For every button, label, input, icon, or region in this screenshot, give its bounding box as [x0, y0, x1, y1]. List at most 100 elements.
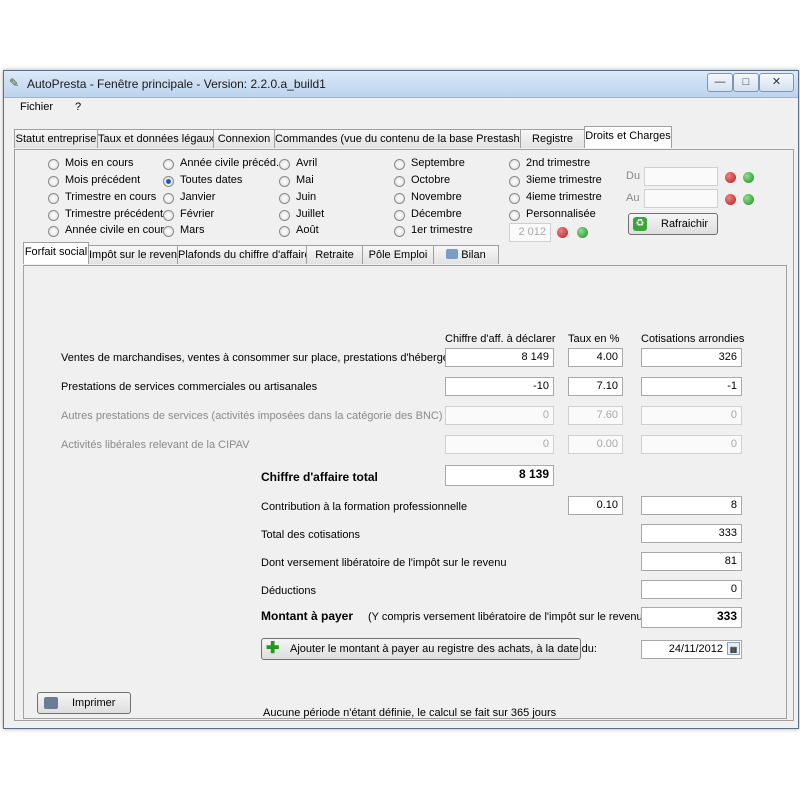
ca-cipav-field[interactable]: 0 — [445, 435, 554, 454]
versement-label: Dont versement libératoire de l'impôt su… — [261, 557, 507, 569]
radio-avril[interactable] — [279, 159, 290, 170]
main-window: ✎ AutoPresta - Fenêtre principale - Vers… — [3, 70, 799, 729]
radio-fevrier[interactable] — [163, 210, 174, 221]
radio-annee-en-cours[interactable] — [48, 226, 59, 237]
radio-juillet[interactable] — [279, 210, 290, 221]
add-to-registre-button[interactable]: ✚ Ajouter le montant à payer au registre… — [261, 638, 597, 660]
radio-label: Février — [180, 208, 215, 220]
radio-novembre[interactable] — [394, 193, 405, 204]
tab-statut-entreprise[interactable]: Statut entreprise — [14, 129, 98, 148]
tab-commandes[interactable]: Commandes (vue du contenu de la base Pre… — [274, 129, 521, 148]
tab-taux-donnees[interactable]: Taux et données légaux — [97, 129, 214, 148]
tab-forfait-social[interactable]: Forfait social — [23, 242, 89, 264]
ca-ventes-field[interactable]: 8 149 — [445, 348, 554, 367]
taux-ventes-field[interactable]: 4.00 — [568, 348, 623, 367]
cotis-prestations-field[interactable]: -1 — [641, 377, 742, 396]
radio-2nd-trimestre[interactable] — [509, 159, 520, 170]
radio-label: Juillet — [296, 208, 325, 220]
du-increase-icon[interactable] — [743, 172, 754, 183]
tab-retraite[interactable]: Retraite — [306, 245, 363, 264]
printer-icon — [44, 697, 58, 709]
radio-label: Année civile en cours — [65, 224, 170, 236]
year-decrease-icon[interactable] — [557, 227, 568, 238]
radio-label: Octobre — [411, 174, 451, 186]
ca-total-label: Chiffre d'affaire total — [261, 470, 378, 484]
radio-label: Mai — [296, 174, 314, 186]
deductions-field[interactable]: 0 — [641, 580, 742, 599]
radio-label: 3ieme trimestre — [526, 174, 602, 186]
montant-note: (Y compris versement libératoire de l'im… — [368, 611, 647, 623]
radio-label: Mois en cours — [65, 157, 134, 169]
refresh-label: Rafraichir — [661, 218, 709, 230]
au-increase-icon[interactable] — [743, 194, 754, 205]
radio-septembre[interactable] — [394, 159, 405, 170]
cotis-autres-field[interactable]: 0 — [641, 406, 742, 425]
radio-4ieme-trimestre[interactable] — [509, 193, 520, 204]
menu-bar: Fichier ? — [4, 98, 798, 118]
cotis-formation-field[interactable]: 8 — [641, 496, 742, 515]
row-label-prestations-commerciales: Prestations de services commerciales ou … — [61, 381, 318, 393]
total-cotisations-field[interactable]: 333 — [641, 524, 742, 543]
du-decrease-icon[interactable] — [725, 172, 736, 183]
window-title: AutoPresta - Fenêtre principale - Versio… — [27, 77, 326, 91]
print-button[interactable]: Imprimer — [37, 692, 131, 714]
date-du-field[interactable] — [644, 167, 718, 186]
taux-cipav-field[interactable]: 0.00 — [568, 435, 623, 454]
radio-label: Novembre — [411, 191, 462, 203]
radio-janvier[interactable] — [163, 193, 174, 204]
date-au-field[interactable] — [644, 189, 718, 208]
close-button[interactable]: ✕ — [759, 73, 794, 92]
bilan-icon — [446, 249, 459, 259]
maximize-button[interactable]: □ — [733, 73, 759, 92]
forfait-social-panel: Chiffre d'aff. à déclarer Taux en % Coti… — [23, 265, 787, 719]
radio-aout[interactable] — [279, 226, 290, 237]
radio-mai[interactable] — [279, 176, 290, 187]
tab-bilan[interactable]: Bilan — [433, 245, 499, 264]
radio-trimestre-precedent[interactable] — [48, 210, 59, 221]
radio-personnalisee[interactable] — [509, 210, 520, 221]
radio-label: Trimestre précédent — [65, 208, 164, 220]
montant-field[interactable]: 333 — [641, 607, 742, 628]
total-cotisations-label: Total des cotisations — [261, 529, 361, 541]
radio-1er-trimestre[interactable] — [394, 226, 405, 237]
calendar-icon[interactable]: ▦ — [727, 642, 740, 655]
deductions-label: Déductions — [261, 585, 317, 597]
radio-mois-en-cours[interactable] — [48, 159, 59, 170]
radio-juin[interactable] — [279, 193, 290, 204]
radio-annee-precedente[interactable] — [163, 159, 174, 170]
taux-prestations-field[interactable]: 7.10 — [568, 377, 623, 396]
radio-label: Juin — [296, 191, 317, 203]
refresh-button[interactable]: ♻ Rafraichir — [628, 213, 718, 235]
menu-fichier[interactable]: Fichier — [20, 101, 53, 113]
radio-3ieme-trimestre[interactable] — [509, 176, 520, 187]
radio-trimestre-en-cours[interactable] — [48, 193, 59, 204]
ca-total-field[interactable]: 8 139 — [445, 465, 554, 486]
radio-toutes-dates[interactable] — [163, 176, 174, 187]
minimize-button[interactable]: — — [707, 73, 733, 92]
radio-mars[interactable] — [163, 226, 174, 237]
ca-autres-field[interactable]: 0 — [445, 406, 554, 425]
versement-field[interactable]: 81 — [641, 552, 742, 571]
header-cotisations: Cotisations arrondies — [641, 333, 745, 345]
tab-pole-emploi[interactable]: Pôle Emploi — [362, 245, 434, 264]
du-label: Du — [626, 170, 641, 182]
year-field[interactable]: 2 012 — [509, 223, 551, 242]
radio-decembre[interactable] — [394, 210, 405, 221]
bilan-label: Bilan — [461, 249, 486, 261]
taux-autres-field[interactable]: 7.60 — [568, 406, 623, 425]
radio-label: Toutes dates — [180, 174, 243, 186]
menu-help[interactable]: ? — [75, 101, 81, 113]
radio-octobre[interactable] — [394, 176, 405, 187]
radio-mois-precedent[interactable] — [48, 176, 59, 187]
taux-formation-field[interactable]: 0.10 — [568, 496, 623, 515]
cotis-cipav-field[interactable]: 0 — [641, 435, 742, 454]
tab-connexion[interactable]: Connexion — [213, 129, 275, 148]
tab-registre[interactable]: Registre — [520, 129, 585, 148]
tab-droits-charges[interactable]: Droits et Charges — [584, 126, 672, 148]
tab-impot-revenu[interactable]: Impôt sur le revenu — [88, 245, 178, 264]
ca-prestations-field[interactable]: -10 — [445, 377, 554, 396]
cotis-ventes-field[interactable]: 326 — [641, 348, 742, 367]
year-increase-icon[interactable] — [577, 227, 588, 238]
tab-plafonds[interactable]: Plafonds du chiffre d'affaire — [177, 245, 307, 264]
au-decrease-icon[interactable] — [725, 194, 736, 205]
